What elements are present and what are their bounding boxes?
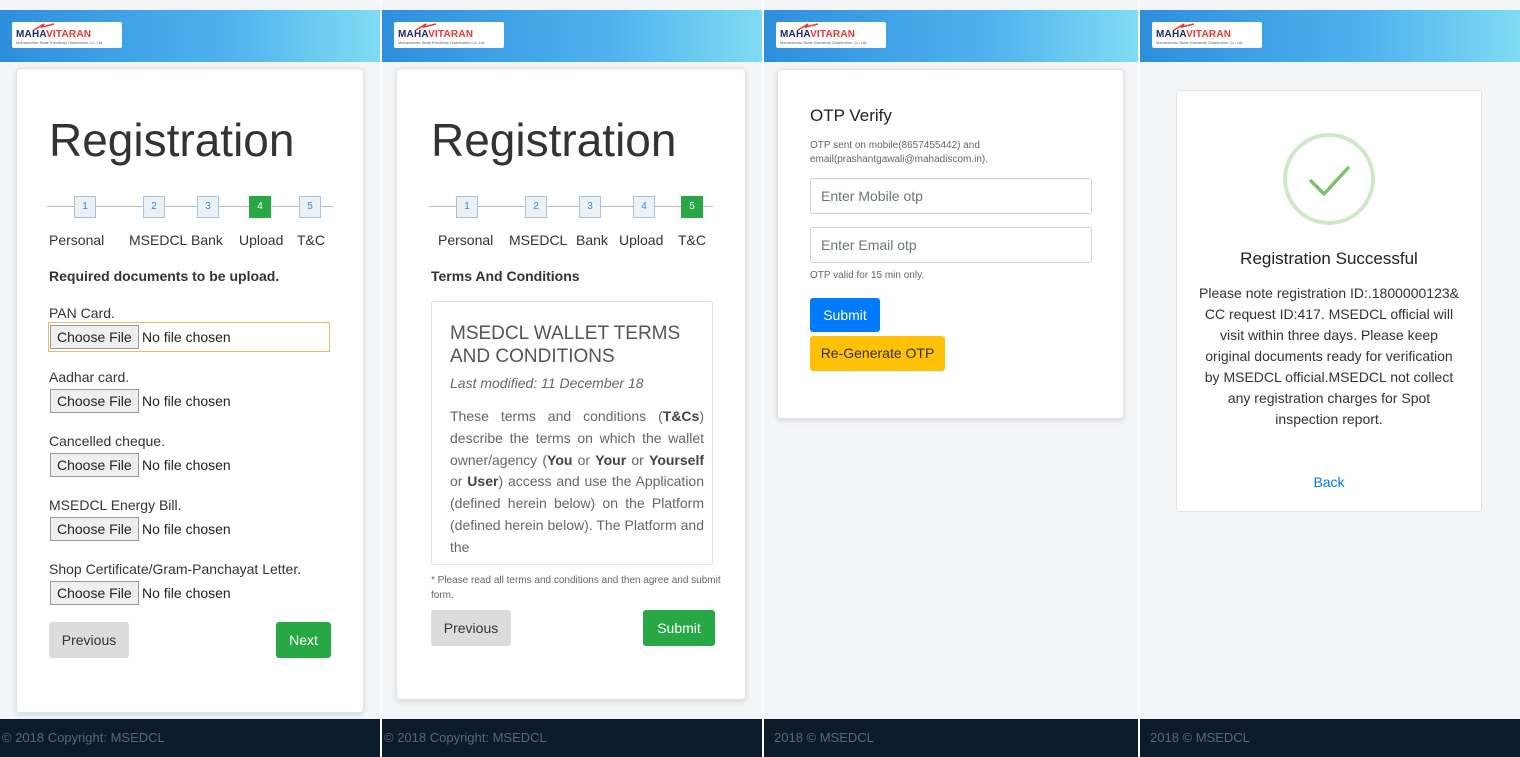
success-screen: MAHAVITARAN Maharashtra State Electricit…	[1140, 0, 1520, 757]
regenerate-otp-button[interactable]: Re-Generate OTP	[810, 336, 945, 371]
step-label-upload: Upload	[619, 232, 664, 248]
back-link[interactable]: Back	[1177, 474, 1481, 490]
choose-file-button[interactable]: Choose File	[50, 325, 139, 349]
email-otp-input[interactable]: Enter Email otp	[810, 227, 1092, 263]
terms-screen: MAHAVITARAN Maharashtra State Electricit…	[382, 0, 762, 757]
step-2[interactable]: 2	[525, 196, 547, 218]
success-title: Registration Successful	[1240, 249, 1418, 268]
footer: © 2018 Copyright: MSEDCL	[0, 719, 380, 757]
step-1[interactable]: 1	[456, 196, 478, 218]
upload-screen: MAHAVITARAN Maharashtra State Electricit…	[0, 0, 380, 757]
terms-note: * Please read all terms and conditions a…	[431, 575, 721, 601]
next-button[interactable]: Next	[276, 622, 331, 658]
step-label-personal: Personal	[49, 232, 105, 248]
choose-file-button[interactable]: Choose File	[50, 389, 139, 413]
success-card: Registration Successful Please note regi…	[1176, 90, 1482, 512]
choose-file-button[interactable]: Choose File	[50, 581, 139, 605]
file-status: No file chosen	[142, 457, 231, 473]
footer: 2018 © MSEDCL	[764, 719, 1138, 757]
step-3[interactable]: 3	[197, 196, 219, 218]
file-status: No file chosen	[142, 585, 231, 601]
header-bar: MAHAVITARAN Maharashtra State Electricit…	[0, 10, 380, 62]
header-bar: MAHAVITARAN Maharashtra State Electricit…	[382, 10, 762, 62]
doc-label-cheque: Cancelled cheque.	[49, 433, 165, 449]
mahavitaran-logo: MAHAVITARAN Maharashtra State Electricit…	[12, 22, 122, 48]
aadhar-file-input[interactable]: Choose File No file chosen	[48, 386, 330, 416]
step-1[interactable]: 1	[74, 196, 96, 218]
terms-card: Registration 1 2 3 4 5 Personal MSEDCL B…	[396, 68, 746, 700]
file-status: No file chosen	[142, 521, 231, 537]
previous-button[interactable]: Previous	[431, 610, 511, 646]
otp-sent-info: OTP sent on mobile(8657455442) and email…	[810, 140, 989, 165]
page-title: Registration	[431, 114, 677, 166]
doc-label-shop-certificate: Shop Certificate/Gram-Panchayat Letter.	[49, 561, 302, 577]
previous-button[interactable]: Previous	[49, 622, 129, 658]
check-circle-icon	[1283, 133, 1375, 225]
upload-card: Registration 1 2 3 4 5 Personal MSEDCL B…	[16, 68, 364, 713]
step-label-tc: T&C	[678, 232, 706, 248]
mahavitaran-logo: MAHAVITARAN Maharashtra State Electricit…	[776, 22, 886, 48]
copyright-text: 2018 © MSEDCL	[774, 730, 874, 745]
step-4[interactable]: 4	[249, 196, 271, 218]
mobile-otp-input[interactable]: Enter Mobile otp	[810, 178, 1092, 214]
submit-button[interactable]: Submit	[643, 610, 715, 646]
footer: © 2018 Copyright: MSEDCL	[382, 719, 762, 757]
header-bar: MAHAVITARAN Maharashtra State Electricit…	[1140, 10, 1520, 62]
file-status: No file chosen	[142, 329, 231, 345]
otp-submit-button[interactable]: Submit	[810, 298, 880, 332]
otp-card: OTP Verify OTP sent on mobile(8657455442…	[777, 69, 1124, 419]
mahavitaran-logo: MAHAVITARAN Maharashtra State Electricit…	[394, 22, 504, 48]
shop-certificate-file-input[interactable]: Choose File No file chosen	[48, 578, 330, 608]
step-label-msedcl: MSEDCL	[509, 232, 568, 248]
step-label-tc: T&C	[297, 232, 325, 248]
step-label-personal: Personal	[438, 232, 494, 248]
energy-bill-file-input[interactable]: Choose File No file chosen	[48, 514, 330, 544]
otp-title: OTP Verify	[810, 106, 892, 125]
step-label-upload: Upload	[239, 232, 284, 248]
footer: 2018 © MSEDCL	[1140, 719, 1520, 757]
doc-label-aadhar: Aadhar card.	[49, 369, 130, 385]
page-title: Registration	[49, 114, 295, 166]
step-label-msedcl: MSEDCL	[129, 232, 188, 248]
mahavitaran-logo: MAHAVITARAN Maharashtra State Electricit…	[1152, 22, 1262, 48]
header-bar: MAHAVITARAN Maharashtra State Electricit…	[764, 10, 1138, 62]
pan-file-input[interactable]: Choose File No file chosen	[48, 322, 330, 352]
copyright-text: 2018 © MSEDCL	[1150, 730, 1250, 745]
step-5[interactable]: 5	[299, 196, 321, 218]
otp-validity: OTP valid for 15 min only.	[810, 270, 925, 281]
terms-title: MSEDCL WALLET TERMS AND CONDITIONS	[450, 323, 681, 367]
doc-label-pan: PAN Card.	[49, 305, 115, 321]
section-heading: Required documents to be upload.	[49, 268, 280, 284]
cheque-file-input[interactable]: Choose File No file chosen	[48, 450, 330, 480]
step-label-bank: Bank	[191, 232, 223, 248]
step-4[interactable]: 4	[633, 196, 655, 218]
terms-scroll-box[interactable]: MSEDCL WALLET TERMS AND CONDITIONS Last …	[431, 301, 713, 565]
file-status: No file chosen	[142, 393, 231, 409]
step-2[interactable]: 2	[143, 196, 165, 218]
choose-file-button[interactable]: Choose File	[50, 453, 139, 477]
otp-screen: MAHAVITARAN Maharashtra State Electricit…	[764, 0, 1138, 757]
terms-body: These terms and conditions (T&Cs) descri…	[450, 408, 704, 555]
success-message: Please note registration ID:.1800000123&…	[1199, 285, 1459, 427]
copyright-text: © 2018 Copyright: MSEDCL	[384, 730, 547, 745]
step-3[interactable]: 3	[579, 196, 601, 218]
choose-file-button[interactable]: Choose File	[50, 517, 139, 541]
doc-label-energy-bill: MSEDCL Energy Bill.	[49, 497, 182, 513]
last-modified: Last modified: 11 December 18	[450, 375, 644, 391]
section-heading: Terms And Conditions	[431, 268, 580, 284]
copyright-text: © 2018 Copyright: MSEDCL	[2, 730, 165, 745]
step-5[interactable]: 5	[681, 196, 703, 218]
step-label-bank: Bank	[576, 232, 608, 248]
